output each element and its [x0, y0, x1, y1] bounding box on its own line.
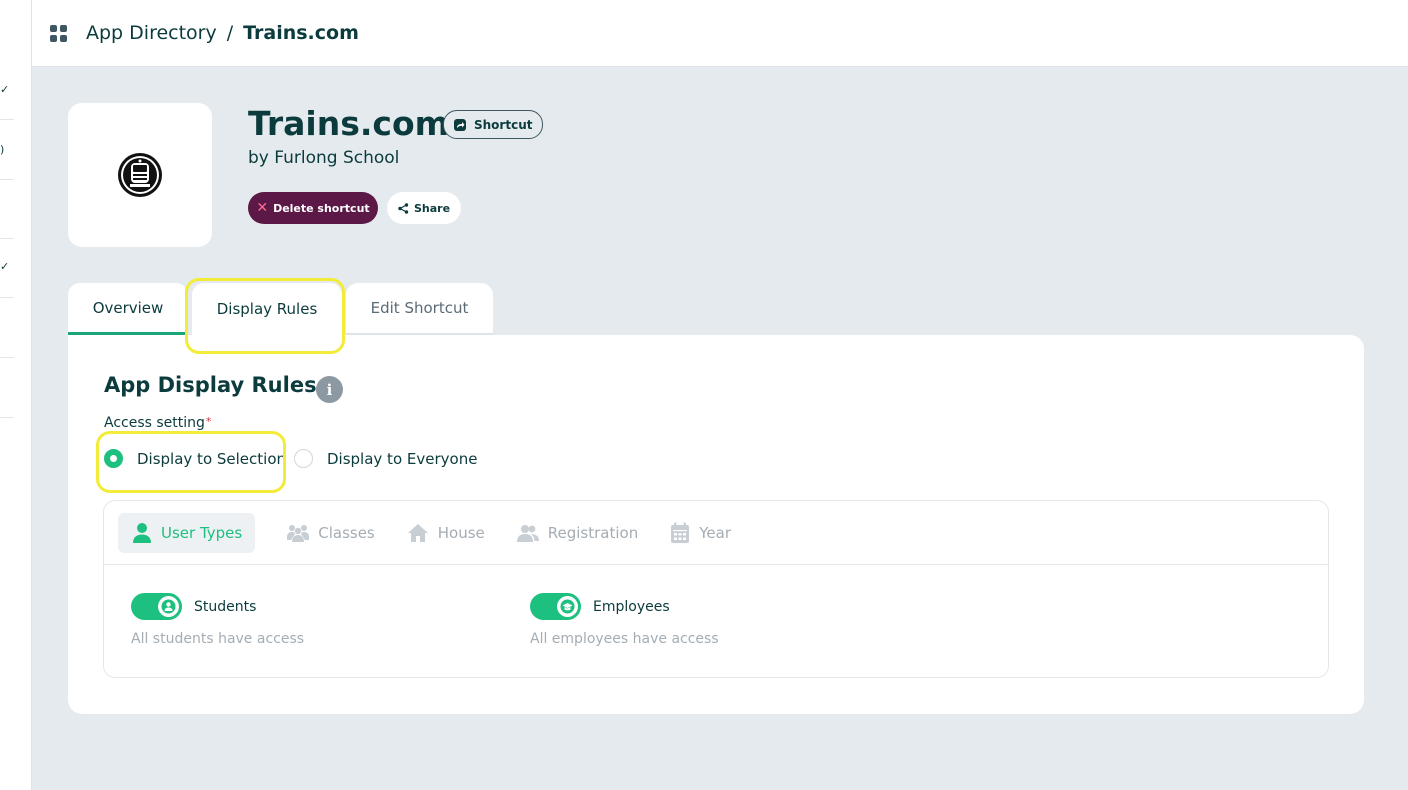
- tab-edit-shortcut[interactable]: Edit Shortcut: [346, 283, 493, 335]
- sidebar-partial-icon: ): [0, 143, 5, 156]
- user-icon: [133, 523, 151, 543]
- sidebar-check-icon: ✓: [0, 260, 10, 273]
- share-button[interactable]: Share: [387, 192, 461, 224]
- sidebar-divider: [0, 417, 14, 418]
- user-type-description: All students have access: [131, 631, 305, 647]
- radio-display-to-selection[interactable]: Display to Selection: [104, 449, 286, 468]
- sidebar-divider: [0, 119, 14, 120]
- shortcut-badge: Shortcut: [443, 110, 544, 139]
- delete-shortcut-label: Delete shortcut: [273, 201, 370, 215]
- breadcrumb-separator: /: [226, 22, 234, 44]
- student-icon: [161, 599, 176, 614]
- tab-display-rules[interactable]: Display Rules: [192, 283, 342, 335]
- employees-toggle[interactable]: [530, 593, 581, 620]
- radio-display-to-everyone[interactable]: Display to Everyone: [294, 449, 477, 468]
- radio-unselected-icon[interactable]: [294, 449, 313, 468]
- group-icon: [287, 525, 310, 542]
- filter-tab-label: Year: [699, 524, 731, 542]
- top-bar: App Directory / Trains.com: [32, 0, 1408, 67]
- required-mark: *: [205, 415, 212, 428]
- house-icon: [407, 524, 428, 542]
- share-label: Share: [413, 201, 451, 215]
- share-icon: [398, 202, 409, 214]
- sidebar-divider: [0, 297, 14, 298]
- radio-label: Display to Selection: [137, 449, 287, 468]
- shortcut-badge-label: Shortcut: [474, 117, 533, 132]
- delete-shortcut-button[interactable]: ✕ Delete shortcut: [248, 192, 378, 224]
- calendar-icon: [671, 522, 690, 543]
- train-icon: [118, 153, 162, 197]
- user-type-description: All employees have access: [530, 631, 719, 647]
- breadcrumb-current: Trains.com: [243, 22, 359, 44]
- info-icon[interactable]: i: [316, 376, 343, 403]
- panel-title: App Display Rules: [104, 373, 317, 397]
- people-icon: [516, 525, 539, 542]
- filter-tabs: User Types Classes House Registration Ye…: [118, 513, 749, 553]
- filter-tab-label: Classes: [318, 524, 375, 542]
- filter-tab-user-types[interactable]: User Types: [118, 513, 256, 553]
- sidebar-divider: [0, 179, 14, 180]
- access-setting-label: Access setting*: [104, 415, 212, 431]
- app-title: Trains.com: [248, 104, 450, 143]
- graduation-cap-icon: [560, 599, 575, 614]
- app-logo: [68, 103, 212, 247]
- filter-tab-label: House: [437, 524, 485, 542]
- sidebar-divider: [0, 357, 14, 358]
- user-type-label: Employees: [593, 598, 670, 615]
- user-type-label: Students: [194, 598, 257, 615]
- filter-tab-label: Registration: [547, 524, 639, 542]
- filter-tab-registration[interactable]: Registration: [503, 513, 652, 553]
- tab-overview[interactable]: Overview: [68, 283, 188, 335]
- share-arrow-icon: [454, 118, 466, 131]
- filter-tab-house[interactable]: House: [393, 513, 499, 553]
- close-icon: ✕: [256, 200, 269, 216]
- filter-box: User Types Classes House Registration Ye…: [103, 500, 1329, 678]
- display-rules-panel: App Display Rules i Access setting* Disp…: [68, 335, 1364, 714]
- app-grid-icon[interactable]: [50, 24, 67, 42]
- filter-tab-classes[interactable]: Classes: [273, 513, 389, 553]
- students-toggle[interactable]: [131, 593, 182, 620]
- left-sidebar: ✓ ) ✓: [0, 0, 32, 790]
- filter-tab-label: User Types: [161, 524, 243, 542]
- radio-label: Display to Everyone: [327, 449, 478, 468]
- filter-tab-year[interactable]: Year: [656, 513, 745, 553]
- radio-selected-icon[interactable]: [104, 449, 123, 468]
- sidebar-check-icon: ✓: [0, 83, 10, 96]
- sidebar-divider: [0, 238, 14, 239]
- user-type-employees: Employees All employees have access: [530, 593, 719, 647]
- filter-divider: [104, 564, 1328, 565]
- breadcrumb-root[interactable]: App Directory: [86, 22, 217, 44]
- user-type-students: Students All students have access: [131, 593, 304, 647]
- app-author: by Furlong School: [248, 148, 400, 168]
